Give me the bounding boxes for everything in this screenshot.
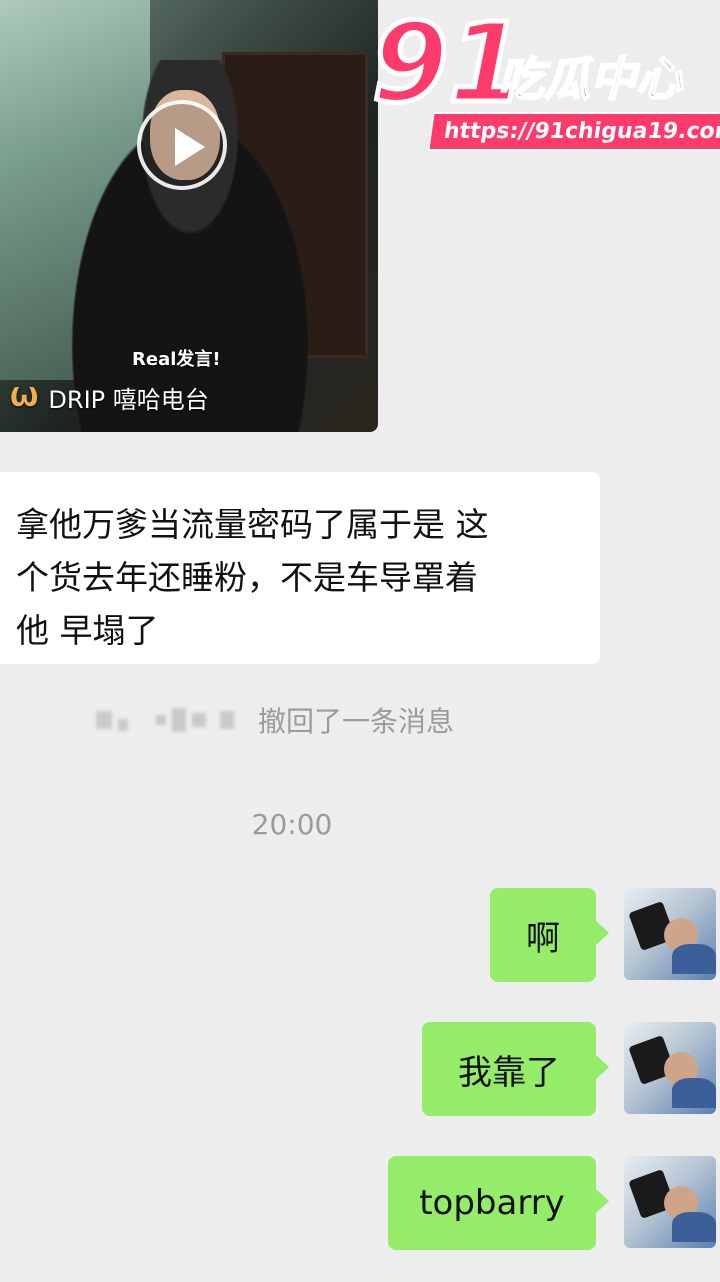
received-message-bubble[interactable]: 拿他万爹当流量密码了属于是 这 个货去年还睡粉，不是车导罩着 他 早塌了 (0, 472, 600, 664)
received-message-line: 个货去年还睡粉，不是车导罩着 (16, 558, 478, 597)
sent-message-bubble[interactable]: 啊 (490, 888, 609, 982)
video-caption: Real发言! (132, 349, 221, 370)
avatar[interactable] (624, 1156, 716, 1248)
w-logo-icon: Ѡ (10, 382, 39, 413)
sent-message-text: 我靠了 (458, 1052, 560, 1093)
avatar[interactable] (624, 888, 716, 980)
sent-message-text: topbarry (419, 1183, 565, 1223)
blurred-username (96, 708, 234, 732)
chat-timestamp: 20:00 (251, 808, 333, 841)
recall-text: 撤回了一条消息 (258, 705, 455, 738)
recall-notice: 撤回了一条消息 (96, 700, 454, 740)
received-message-line: 拿他万爹当流量密码了属于是 这 (16, 505, 489, 544)
watermark-url: https://91chigua19.com (427, 112, 720, 151)
sent-message-bubble[interactable]: topbarry (388, 1156, 609, 1250)
video-brand: Ѡ DRIP 嘻哈电台 (10, 380, 209, 415)
video-message[interactable]: Real发言! Ѡ DRIP 嘻哈电台 (0, 0, 378, 432)
watermark-title: 吃瓜中心 (497, 52, 683, 106)
sent-message-text: 啊 (526, 918, 560, 959)
received-message-line: 他 早塌了 (16, 611, 159, 650)
avatar[interactable] (624, 1022, 716, 1114)
video-brand-name: DRIP 嘻哈电台 (48, 386, 209, 414)
play-icon[interactable] (137, 100, 227, 190)
sent-message-bubble[interactable]: 我靠了 (422, 1022, 609, 1116)
